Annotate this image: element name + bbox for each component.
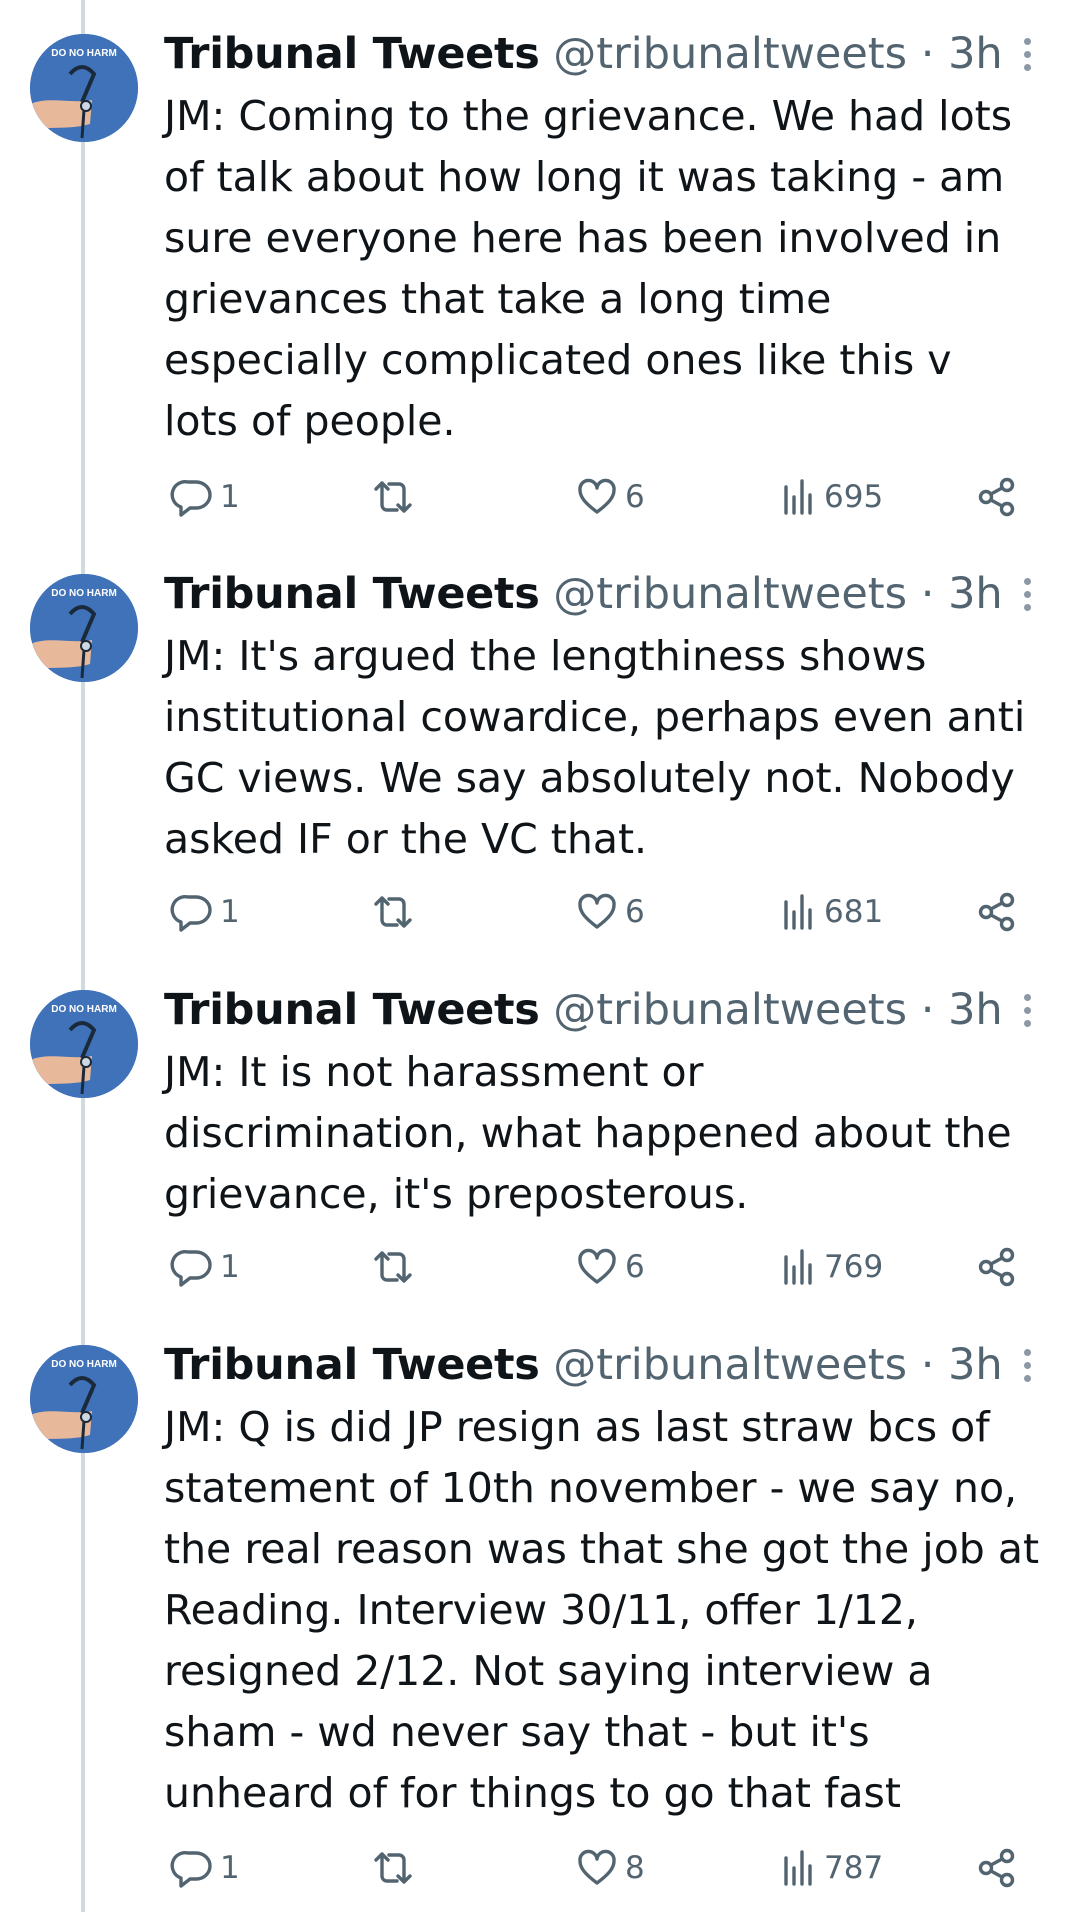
share-icon [976, 890, 1018, 934]
avatar[interactable]: DO NO HARM [30, 990, 138, 1098]
separator: · [920, 569, 935, 619]
view-count: 787 [824, 1850, 884, 1886]
like-count: 6 [625, 894, 645, 930]
tweet-header: Tribunal Tweets @tribunaltweets · 3h [164, 28, 1059, 80]
reply-icon [170, 1846, 214, 1890]
reply-button[interactable]: 1 [164, 1843, 240, 1893]
author-handle[interactable]: @tribunaltweets [553, 569, 907, 619]
action-bar: 1 8 787 [164, 1843, 1044, 1893]
author-name[interactable]: Tribunal Tweets [164, 29, 540, 79]
author-handle[interactable]: @tribunaltweets [553, 29, 907, 79]
share-icon [976, 1245, 1018, 1289]
more-options-icon[interactable] [1017, 1349, 1037, 1389]
retweet-icon [370, 475, 416, 519]
avatar[interactable]: DO NO HARM [30, 34, 138, 142]
retweet-icon [370, 1245, 416, 1289]
tweet-text: JM: Coming to the grievance. We had lots… [164, 92, 1013, 445]
heart-icon [575, 475, 619, 519]
share-icon [976, 475, 1018, 519]
tweet-header: Tribunal Tweets @tribunaltweets · 3h [164, 984, 1059, 1036]
views-chart-icon [780, 1846, 818, 1890]
avatar-badge-text: DO NO HARM [51, 588, 117, 599]
retweet-button[interactable] [364, 472, 416, 522]
retweet-icon [370, 1846, 416, 1890]
share-button[interactable] [970, 1242, 1018, 1292]
author-name[interactable]: Tribunal Tweets [164, 569, 540, 619]
tweet-header: Tribunal Tweets @tribunaltweets · 3h [164, 1339, 1059, 1391]
action-bar: 1 6 681 [164, 887, 1044, 937]
like-button[interactable]: 6 [569, 887, 645, 937]
share-button[interactable] [970, 887, 1018, 937]
reply-button[interactable]: 1 [164, 887, 240, 937]
tweet[interactable]: DO NO HARM Tribunal Tweets @tribunaltwee… [0, 540, 1079, 955]
tweet-text: JM: It's argued the lengthiness shows in… [164, 632, 1026, 863]
separator: · [920, 1340, 935, 1390]
tweet-text: JM: It is not harassment or discriminati… [164, 1048, 1012, 1218]
tweet[interactable]: DO NO HARM Tribunal Tweets @tribunaltwee… [0, 956, 1079, 1310]
avatar-badge-text: DO NO HARM [51, 48, 117, 59]
action-bar: 1 6 695 [164, 472, 1044, 522]
views-button[interactable]: 769 [774, 1242, 883, 1292]
avatar[interactable]: DO NO HARM [30, 1345, 138, 1453]
view-count: 769 [824, 1249, 884, 1285]
retweet-button[interactable] [364, 1843, 416, 1893]
author-name[interactable]: Tribunal Tweets [164, 1340, 540, 1390]
author-name[interactable]: Tribunal Tweets [164, 985, 540, 1035]
retweet-button[interactable] [364, 1242, 416, 1292]
timestamp[interactable]: 3h [948, 29, 1003, 79]
like-button[interactable]: 6 [569, 1242, 645, 1292]
like-button[interactable]: 8 [569, 1843, 645, 1893]
views-button[interactable]: 695 [774, 472, 883, 522]
reply-count: 1 [220, 479, 240, 515]
reply-button[interactable]: 1 [164, 1242, 240, 1292]
heart-icon [575, 890, 619, 934]
heart-icon [575, 1846, 619, 1890]
share-button[interactable] [970, 1843, 1018, 1893]
avatar-badge-text: DO NO HARM [51, 1359, 117, 1370]
reply-count: 1 [220, 894, 240, 930]
reply-icon [170, 890, 214, 934]
reply-icon [170, 475, 214, 519]
author-handle[interactable]: @tribunaltweets [553, 1340, 907, 1390]
tweet[interactable]: DO NO HARM Tribunal Tweets @tribunaltwee… [0, 0, 1079, 540]
like-count: 6 [625, 1249, 645, 1285]
tweet-header: Tribunal Tweets @tribunaltweets · 3h [164, 568, 1059, 620]
views-chart-icon [780, 890, 818, 934]
like-count: 8 [625, 1850, 645, 1886]
separator: · [920, 985, 935, 1035]
views-button[interactable]: 787 [774, 1843, 883, 1893]
timestamp[interactable]: 3h [948, 1340, 1003, 1390]
share-icon [976, 1846, 1018, 1890]
heart-icon [575, 1245, 619, 1289]
share-button[interactable] [970, 472, 1018, 522]
like-button[interactable]: 6 [569, 472, 645, 522]
reply-count: 1 [220, 1850, 240, 1886]
views-chart-icon [780, 1245, 818, 1289]
more-options-icon[interactable] [1017, 38, 1037, 78]
more-options-icon[interactable] [1017, 994, 1037, 1034]
like-count: 6 [625, 479, 645, 515]
avatar[interactable]: DO NO HARM [30, 574, 138, 682]
view-count: 681 [824, 894, 884, 930]
timestamp[interactable]: 3h [948, 985, 1003, 1035]
tweet-text: JM: Q is did JP resign as last straw bcs… [164, 1403, 1040, 1817]
views-button[interactable]: 681 [774, 887, 883, 937]
views-chart-icon [780, 475, 818, 519]
separator: · [920, 29, 935, 79]
view-count: 695 [824, 479, 884, 515]
retweet-button[interactable] [364, 887, 416, 937]
reply-icon [170, 1245, 214, 1289]
more-options-icon[interactable] [1017, 578, 1037, 618]
reply-count: 1 [220, 1249, 240, 1285]
retweet-icon [370, 890, 416, 934]
author-handle[interactable]: @tribunaltweets [553, 985, 907, 1035]
action-bar: 1 6 769 [164, 1242, 1044, 1292]
tweet[interactable]: DO NO HARM Tribunal Tweets @tribunaltwee… [0, 1311, 1079, 1912]
timestamp[interactable]: 3h [948, 569, 1003, 619]
reply-button[interactable]: 1 [164, 472, 240, 522]
avatar-badge-text: DO NO HARM [51, 1004, 117, 1015]
